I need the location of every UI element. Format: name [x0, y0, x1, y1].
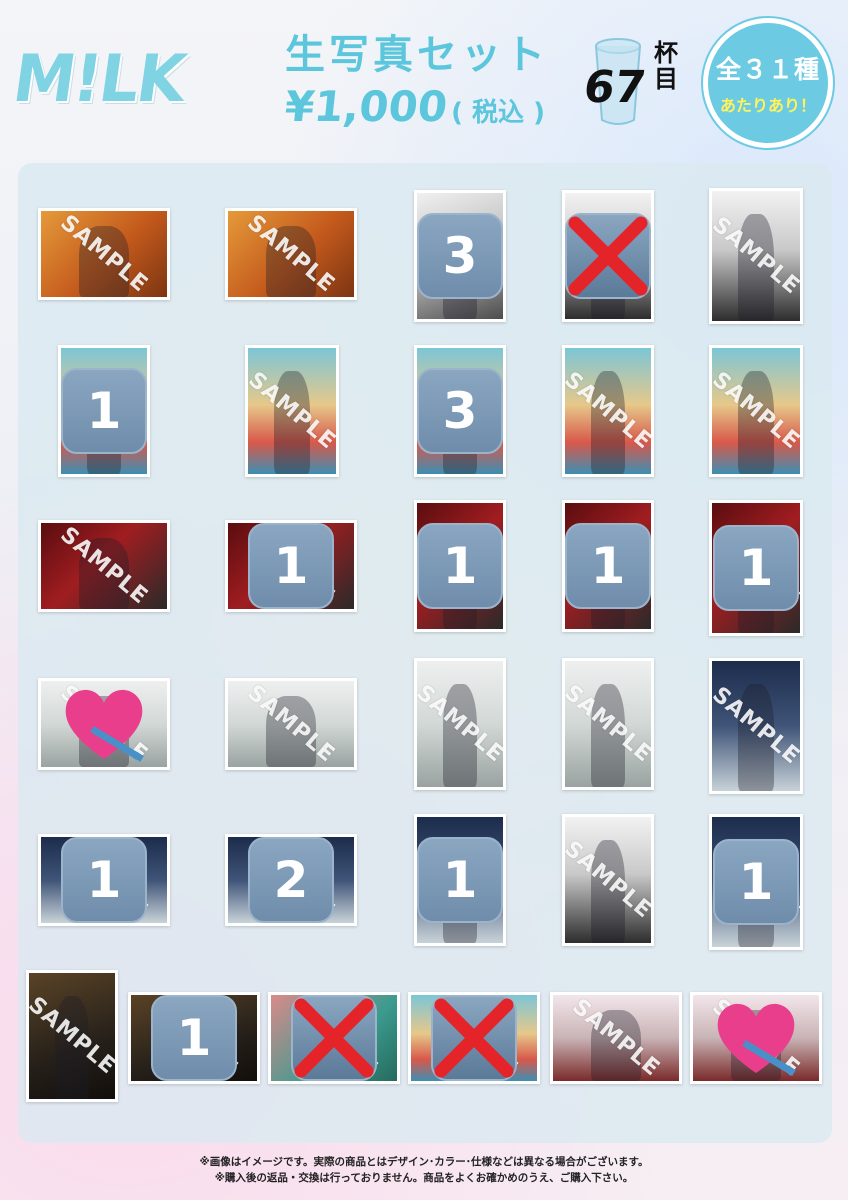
- header: M!LK 生写真セット ¥1,000 ( 税込 ) 67 杯目 全３１種 あたり…: [0, 0, 848, 160]
- photo-card[interactable]: SAMPLE: [562, 345, 654, 477]
- badge-main-text: 全３１種: [715, 55, 820, 84]
- cup-unit: 杯目: [654, 39, 678, 93]
- photo-card[interactable]: SAMPLE: [562, 658, 654, 790]
- photo-image: SAMPLE1: [417, 503, 503, 629]
- photo-card[interactable]: SAMPLE: [709, 345, 803, 477]
- photo-image: SAMPLE: [271, 995, 397, 1081]
- count-cover-icon: 1: [61, 837, 147, 923]
- photo-image: SAMPLE1: [712, 817, 800, 947]
- cup-count: 67: [580, 62, 649, 113]
- photo-card[interactable]: SAMPLE3: [414, 345, 506, 477]
- photo-image: SAMPLE: [29, 973, 115, 1099]
- count-cover-icon: 1: [61, 368, 147, 454]
- photo-card[interactable]: SAMPLE: [26, 970, 118, 1102]
- count-cover-icon: 1: [151, 995, 237, 1081]
- photo-image: SAMPLE: [712, 661, 800, 791]
- photo-card[interactable]: SAMPLE1: [225, 520, 357, 612]
- photo-image: SAMPLE: [712, 348, 800, 474]
- photo-card[interactable]: SAMPLE: [550, 992, 682, 1084]
- photo-image: SAMPLE: [565, 817, 651, 943]
- photo-card[interactable]: SAMPLE: [709, 188, 803, 324]
- footer-notes: ※画像はイメージです。実際の商品とはデザイン･カラー･仕様などは異なる場合がござ…: [0, 1154, 848, 1186]
- count-cover-icon: 1: [417, 523, 503, 609]
- product-title: 生写真セット: [285, 32, 549, 78]
- photo-image: SAMPLE1: [41, 837, 167, 923]
- photo-image: SAMPLE1: [228, 523, 354, 609]
- photo-card[interactable]: SAMPLE2: [225, 834, 357, 926]
- badge-sub-text: あたりあり！: [719, 96, 816, 115]
- price-row: ¥1,000 ( 税込 ): [282, 82, 545, 131]
- count-cover-icon: 1: [713, 839, 799, 925]
- photo-image: SAMPLE: [565, 193, 651, 319]
- photo-card[interactable]: SAMPLE1: [58, 345, 150, 477]
- variety-badge: 全３１種 あたりあり！: [703, 18, 833, 148]
- photo-image: SAMPLE: [228, 211, 354, 297]
- count-cover-icon: 1: [417, 837, 503, 923]
- cross-mark-icon: [434, 998, 514, 1078]
- photo-image: SAMPLE: [411, 995, 537, 1081]
- photo-image: SAMPLE2: [228, 837, 354, 923]
- photo-image: SAMPLE: [712, 191, 800, 321]
- photo-card[interactable]: SAMPLE: [225, 208, 357, 300]
- tax-label: ( 税込 ): [451, 98, 545, 128]
- photo-image: SAMPLE1: [565, 503, 651, 629]
- heart-arrow-icon: [65, 689, 144, 763]
- photo-card[interactable]: SAMPLE1: [562, 500, 654, 632]
- cross-mark-icon: [568, 216, 648, 296]
- footer-note-1: ※画像はイメージです。実際の商品とはデザイン･カラー･仕様などは異なる場合がござ…: [199, 1156, 649, 1168]
- photo-image: SAMPLE: [565, 348, 651, 474]
- photo-image: SAMPLE1: [131, 995, 257, 1081]
- photo-card[interactable]: SAMPLE: [709, 658, 803, 794]
- photo-image: SAMPLE1: [417, 817, 503, 943]
- brand-logo: M!LK: [8, 40, 189, 117]
- count-cover-icon: 3: [417, 368, 503, 454]
- photo-card[interactable]: SAMPLE1: [709, 814, 803, 950]
- photo-card[interactable]: SAMPLE: [562, 190, 654, 322]
- count-cover-icon: 1: [248, 523, 334, 609]
- count-cover-icon: 2: [248, 837, 334, 923]
- photo-card[interactable]: SAMPLE1: [709, 500, 803, 636]
- photo-image: SAMPLE: [248, 348, 336, 474]
- cross-mark-icon: [294, 998, 374, 1078]
- photo-image: SAMPLE1: [61, 348, 147, 474]
- photo-card[interactable]: SAMPLE: [225, 678, 357, 770]
- photo-image: SAMPLE: [41, 523, 167, 609]
- photo-card[interactable]: SAMPLE: [414, 658, 506, 790]
- photo-image: SAMPLE3: [417, 348, 503, 474]
- photo-card[interactable]: SAMPLE: [408, 992, 540, 1084]
- photo-card[interactable]: SAMPLE: [38, 520, 170, 612]
- photo-card[interactable]: SAMPLE: [268, 992, 400, 1084]
- photo-card[interactable]: SAMPLE1: [128, 992, 260, 1084]
- photo-image: SAMPLE: [41, 211, 167, 297]
- count-cover-icon: 3: [417, 213, 503, 299]
- photo-card[interactable]: SAMPLE: [690, 992, 822, 1084]
- photo-card[interactable]: SAMPLE: [38, 208, 170, 300]
- photo-card[interactable]: SAMPLE: [562, 814, 654, 946]
- price: ¥1,000: [282, 82, 450, 131]
- photo-card[interactable]: SAMPLE: [38, 678, 170, 770]
- photo-image: SAMPLE: [553, 995, 679, 1081]
- photo-image: SAMPLE3: [417, 193, 503, 319]
- photo-image: SAMPLE1: [712, 503, 800, 633]
- photo-card[interactable]: SAMPLE1: [414, 500, 506, 632]
- photo-image: SAMPLE: [41, 681, 167, 767]
- photo-image: SAMPLE: [565, 661, 651, 787]
- photo-image: SAMPLE: [693, 995, 819, 1081]
- photo-card[interactable]: SAMPLE1: [414, 814, 506, 946]
- count-cover-icon: 1: [565, 523, 651, 609]
- heart-arrow-icon: [717, 1003, 796, 1077]
- photo-image: SAMPLE: [417, 661, 503, 787]
- photo-card[interactable]: SAMPLE: [245, 345, 339, 477]
- photo-card[interactable]: SAMPLE3: [414, 190, 506, 322]
- photo-image: SAMPLE: [228, 681, 354, 767]
- count-cover-icon: 1: [713, 525, 799, 611]
- photo-card[interactable]: SAMPLE1: [38, 834, 170, 926]
- footer-note-2: ※購入後の返品・交換は行っておりません。商品をよくお確かめのうえ、ご購入下さい。: [214, 1172, 634, 1184]
